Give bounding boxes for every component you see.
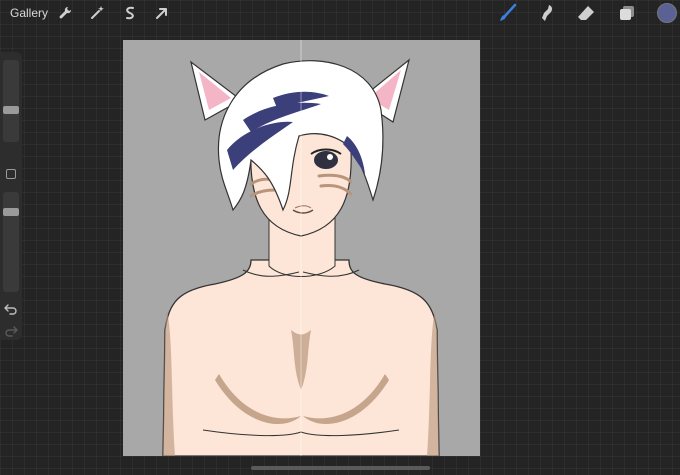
- eraser-icon[interactable]: [576, 3, 596, 23]
- opacity-thumb[interactable]: [3, 208, 19, 216]
- redo-icon[interactable]: [4, 324, 18, 338]
- smudge-icon[interactable]: [537, 3, 557, 23]
- left-sidebar: [0, 52, 22, 340]
- magic-wand-icon[interactable]: [88, 4, 106, 22]
- drawing-canvas[interactable]: [123, 40, 480, 456]
- color-swatch[interactable]: [657, 3, 677, 23]
- gallery-button[interactable]: Gallery: [10, 6, 48, 20]
- transform-arrow-icon[interactable]: [153, 4, 171, 22]
- selection-icon[interactable]: [121, 4, 139, 22]
- home-indicator: [251, 466, 430, 470]
- modify-button[interactable]: [6, 169, 16, 179]
- opacity-slider[interactable]: [3, 192, 19, 292]
- artwork: [123, 40, 480, 456]
- brush-icon[interactable]: [498, 3, 518, 23]
- brush-size-thumb[interactable]: [3, 106, 19, 114]
- brush-size-slider[interactable]: [3, 60, 19, 142]
- top-toolbar: Gallery: [0, 0, 680, 26]
- eye: [314, 151, 338, 169]
- wrench-icon[interactable]: [56, 4, 74, 22]
- layers-icon[interactable]: [617, 3, 637, 23]
- undo-icon[interactable]: [4, 302, 18, 316]
